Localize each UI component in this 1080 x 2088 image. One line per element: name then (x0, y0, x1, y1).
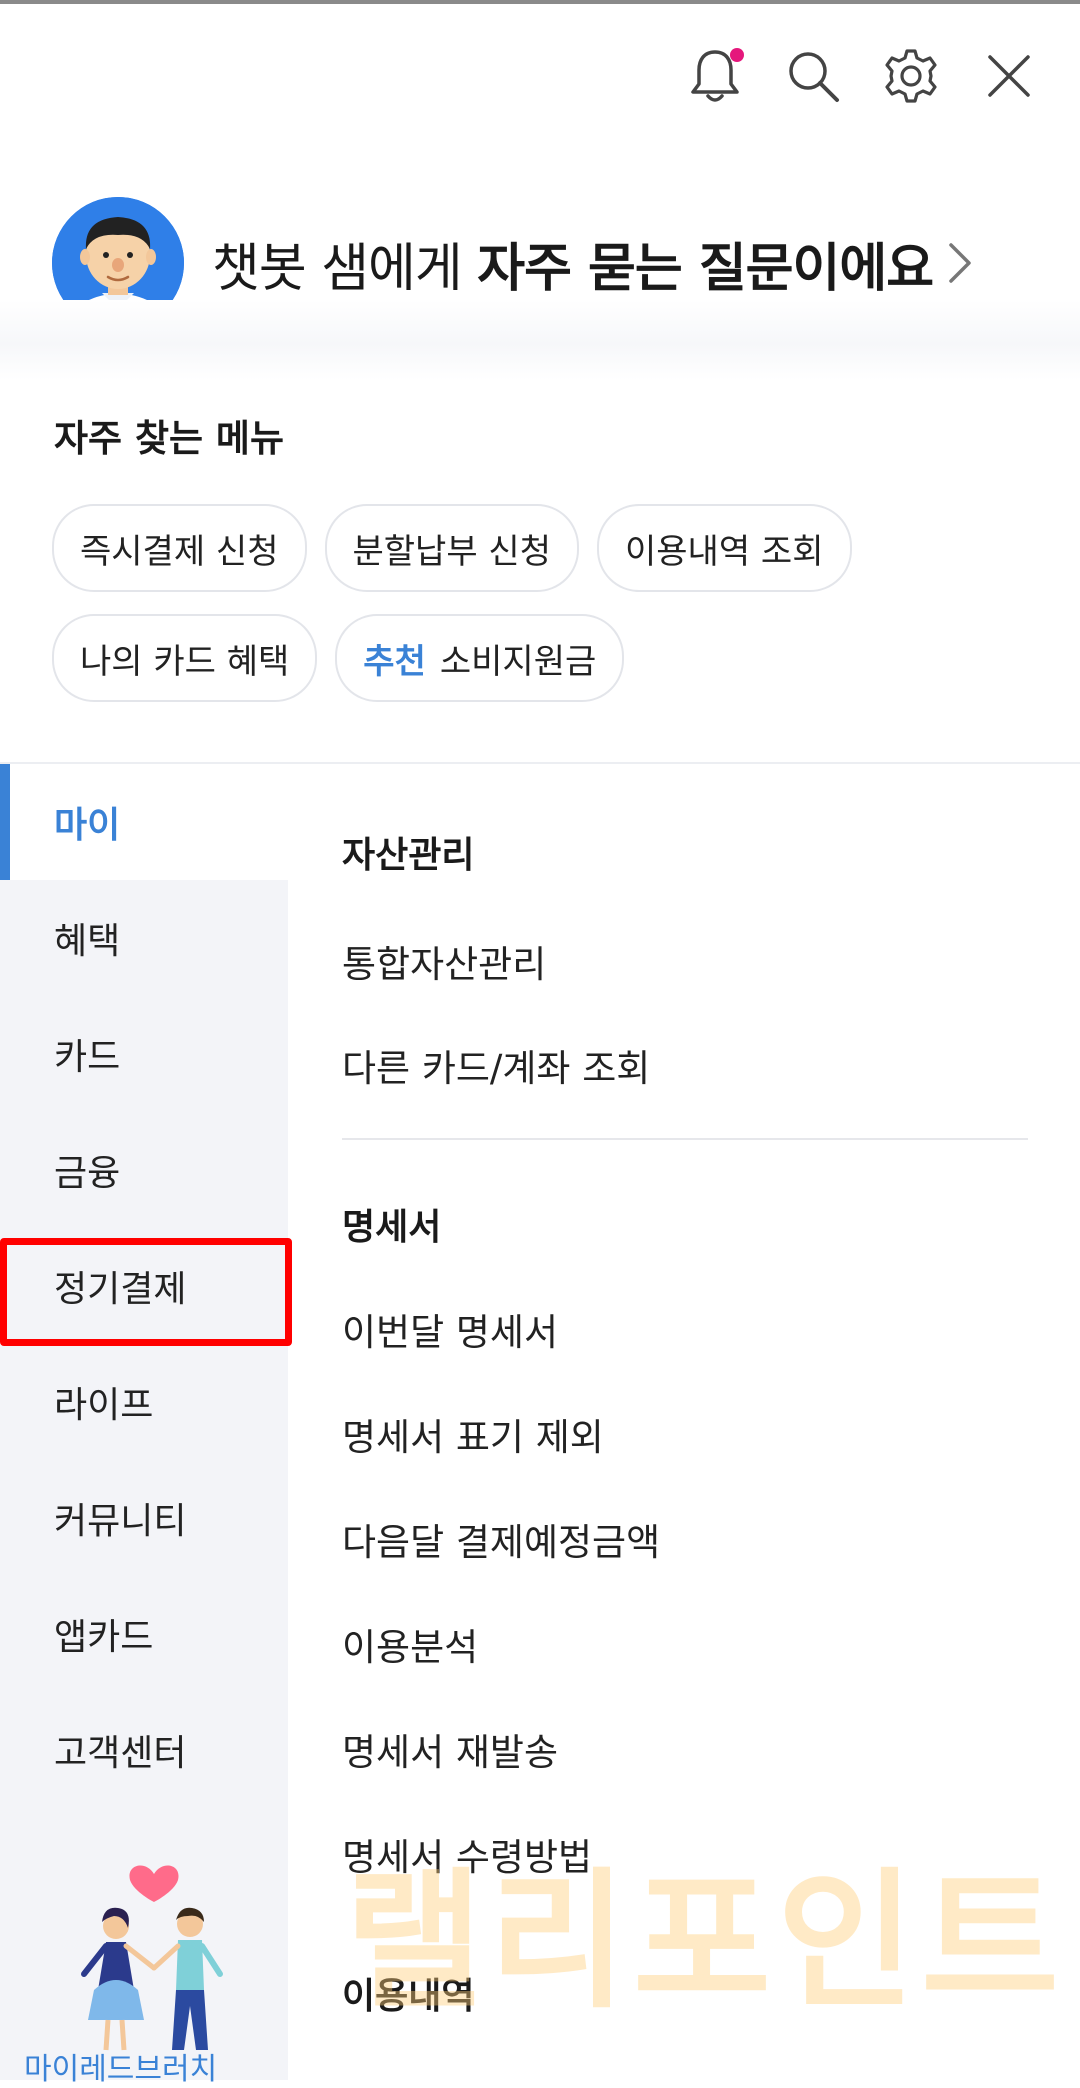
chatbot-text-bold: 자주 묻는 질문이에요 (477, 238, 934, 299)
chatbot-shadow (0, 300, 1080, 380)
menu-content: 자산관리 통합자산관리 다른 카드/계좌 조회 명세서 이번달 명세서 명세서 … (342, 764, 1028, 2017)
menu-item-this-month-statement[interactable]: 이번달 명세서 (342, 1302, 1028, 1354)
settings-button[interactable] (882, 40, 940, 112)
search-button[interactable] (784, 40, 842, 112)
menu-item-usage-analysis[interactable]: 이용분석 (342, 1617, 1028, 1669)
sidebar-item-appcard[interactable]: 앱카드 (0, 1576, 288, 1692)
sidebar-item-card[interactable]: 카드 (0, 996, 288, 1112)
chip-row-1: 즉시결제 신청 분할납부 신청 이용내역 조회 (52, 504, 1012, 592)
section-title-statement: 명세서 (342, 1207, 442, 1248)
frequent-menu-chips: 즉시결제 신청 분할납부 신청 이용내역 조회 나의 카드 혜택 추천 소비지원… (52, 504, 1012, 724)
sidebar-item-life[interactable]: 라이프 (0, 1344, 288, 1460)
promo-label[interactable]: 마이레드브러치 (24, 2044, 217, 2088)
menu-item-next-month-payment[interactable]: 다음달 결제예정금액 (342, 1512, 1028, 1564)
sidebar-item-finance[interactable]: 금융 (0, 1112, 288, 1228)
sidebar-item-my[interactable]: 마이 (0, 764, 288, 880)
notification-button[interactable] (686, 40, 744, 112)
menu-item-statement-receive-method[interactable]: 명세서 수령방법 (342, 1827, 1028, 1879)
chevron-right-icon (949, 243, 971, 283)
chip-my-card-benefit[interactable]: 나의 카드 혜택 (52, 614, 318, 702)
menu-item-statement-resend[interactable]: 명세서 재발송 (342, 1722, 1028, 1774)
frequent-menu-title: 자주 찾는 메뉴 (54, 417, 285, 460)
search-icon (789, 52, 839, 102)
sidebar-item-community[interactable]: 커뮤니티 (0, 1460, 288, 1576)
header-toolbar (686, 40, 1038, 112)
chip-instant-payment[interactable]: 즉시결제 신청 (52, 504, 307, 592)
menu-item-integrated-asset[interactable]: 통합자산관리 (342, 934, 1028, 986)
close-icon (988, 55, 1030, 97)
sidebar-item-recurring-payment[interactable]: 정기결제 (0, 1228, 288, 1344)
menu-item-other-card-account[interactable]: 다른 카드/계좌 조회 (342, 1038, 1028, 1090)
gear-icon (885, 49, 937, 103)
chip-installment[interactable]: 분할납부 신청 (324, 504, 579, 592)
chip-row-2: 나의 카드 혜택 추천 소비지원금 (52, 614, 1012, 702)
close-button[interactable] (980, 40, 1038, 112)
section-title-usage: 이용내역 (342, 1976, 475, 2017)
recommended-label: 소비지원금 (439, 641, 597, 682)
sidebar-item-customer-center[interactable]: 고객센터 (0, 1692, 288, 1808)
recommended-tag: 추천 (363, 641, 426, 682)
menu-item-statement-exclude[interactable]: 명세서 표기 제외 (342, 1407, 1028, 1459)
chatbot-text: 챗봇 샘에게 자주 묻는 질문이에요 (212, 226, 934, 301)
top-border (0, 0, 1080, 4)
chip-consumption-support[interactable]: 추천 소비지원금 (335, 614, 625, 702)
notification-dot (730, 48, 744, 62)
section-title-asset: 자산관리 (342, 835, 475, 876)
sidebar-item-benefits[interactable]: 혜택 (0, 880, 288, 996)
chatbot-text-prefix: 챗봇 샘에게 (212, 238, 478, 299)
chip-usage-history[interactable]: 이용내역 조회 (597, 504, 852, 592)
